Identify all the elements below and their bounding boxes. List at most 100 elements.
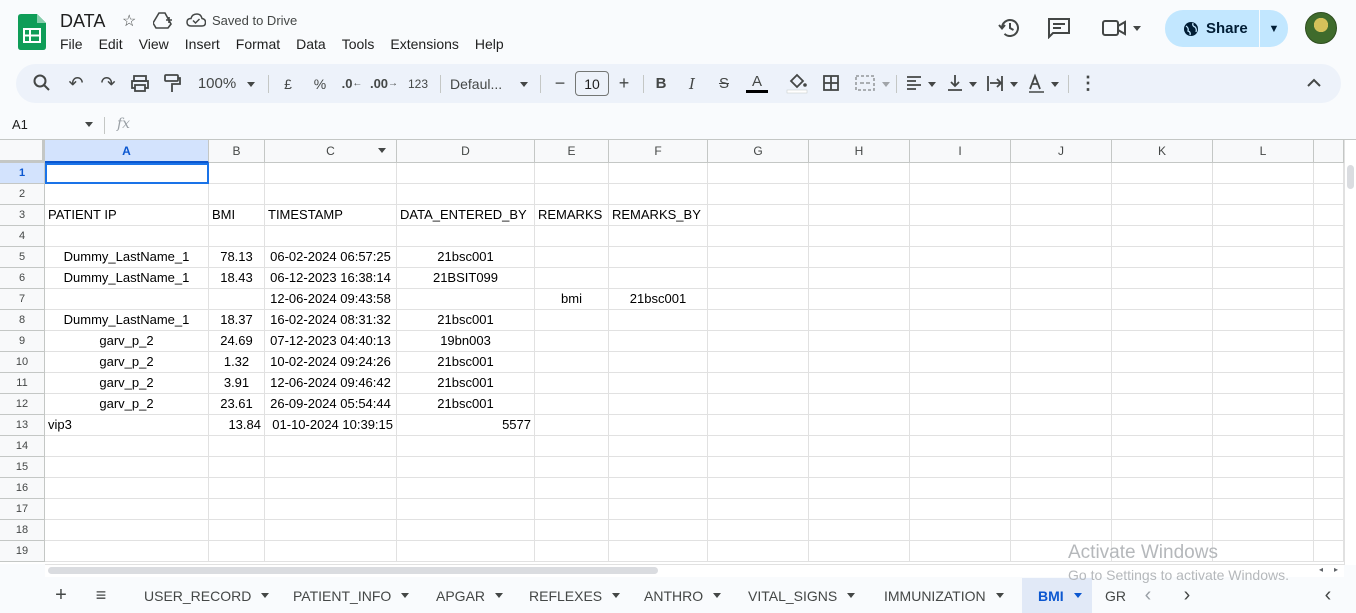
cell[interactable] (910, 541, 1011, 562)
cell[interactable] (265, 226, 397, 247)
cell[interactable]: 21bsc001 (397, 352, 535, 373)
cell[interactable] (397, 499, 535, 520)
cell[interactable] (397, 520, 535, 541)
column-header-stub[interactable] (1314, 140, 1344, 163)
column-header-k[interactable]: K (1112, 140, 1213, 163)
name-box-dropdown-icon[interactable] (85, 122, 93, 127)
cell[interactable] (910, 205, 1011, 226)
column-header-b[interactable]: B (209, 140, 265, 163)
scroll-left-icon[interactable]: ◂ (1319, 565, 1323, 574)
cell[interactable] (1112, 205, 1213, 226)
cell[interactable]: PATIENT IP (45, 205, 209, 226)
cell[interactable] (1011, 373, 1112, 394)
cell[interactable] (809, 541, 910, 562)
cell[interactable] (609, 457, 708, 478)
cell[interactable] (809, 268, 910, 289)
cell[interactable] (910, 415, 1011, 436)
cell[interactable] (209, 499, 265, 520)
cell[interactable]: 06-02-2024 06:57:25 (265, 247, 397, 268)
cell[interactable] (1011, 184, 1112, 205)
cell[interactable] (708, 478, 809, 499)
column-header-h[interactable]: H (809, 140, 910, 163)
cell[interactable] (1314, 163, 1344, 184)
cell[interactable] (265, 163, 397, 184)
vertical-align-icon[interactable] (946, 64, 964, 103)
cell[interactable] (1314, 394, 1344, 415)
menu-help[interactable]: Help (475, 35, 512, 53)
cell[interactable] (609, 226, 708, 247)
cell[interactable] (708, 457, 809, 478)
wrap-dropdown-icon[interactable] (1010, 82, 1018, 87)
search-menus-icon[interactable] (32, 64, 52, 103)
select-all-corner[interactable] (0, 140, 45, 163)
cell[interactable] (1314, 289, 1344, 310)
cell[interactable] (1213, 520, 1314, 541)
cell[interactable] (45, 457, 209, 478)
italic-button[interactable]: I (682, 64, 702, 103)
cell[interactable] (397, 184, 535, 205)
sheet-tab-apgar[interactable]: APGAR (420, 578, 513, 613)
cell[interactable] (910, 373, 1011, 394)
cell[interactable] (535, 373, 609, 394)
cell[interactable]: vip3 (45, 415, 209, 436)
cell[interactable] (708, 268, 809, 289)
column-header-a[interactable]: A (45, 140, 209, 163)
row-header[interactable]: 3 (0, 205, 45, 226)
cell[interactable] (1112, 268, 1213, 289)
cell[interactable] (809, 163, 910, 184)
cell[interactable] (535, 394, 609, 415)
strikethrough-icon[interactable]: S (714, 64, 734, 103)
row-header[interactable]: 11 (0, 373, 45, 394)
cell[interactable] (1213, 499, 1314, 520)
cell[interactable] (708, 226, 809, 247)
cell[interactable] (397, 289, 535, 310)
cell[interactable]: garv_p_2 (45, 331, 209, 352)
row-header[interactable]: 18 (0, 520, 45, 541)
cell[interactable] (609, 331, 708, 352)
cell[interactable] (1213, 394, 1314, 415)
meet-dropdown-icon[interactable] (1133, 26, 1141, 31)
cell[interactable] (1011, 163, 1112, 184)
sheet-tab-reflexes[interactable]: REFLEXES (513, 578, 628, 613)
cell[interactable]: 21bsc001 (397, 394, 535, 415)
cell[interactable] (1213, 310, 1314, 331)
text-wrapping-icon[interactable] (986, 64, 1004, 103)
cell[interactable]: 23.61 (209, 394, 265, 415)
cell[interactable] (708, 499, 809, 520)
cell[interactable] (708, 352, 809, 373)
cell[interactable]: 16-02-2024 08:31:32 (265, 310, 397, 331)
cell[interactable] (609, 373, 708, 394)
percent-format-button[interactable]: % (310, 64, 330, 103)
cell[interactable] (209, 226, 265, 247)
column-header-j[interactable]: J (1011, 140, 1112, 163)
version-history-icon[interactable] (998, 16, 1022, 40)
cell[interactable] (265, 436, 397, 457)
cell[interactable] (535, 247, 609, 268)
cell[interactable] (809, 310, 910, 331)
column-header-g[interactable]: G (708, 140, 809, 163)
cell[interactable] (397, 478, 535, 499)
column-header-l[interactable]: L (1213, 140, 1314, 163)
cell[interactable] (535, 457, 609, 478)
cell[interactable] (265, 457, 397, 478)
cell[interactable] (809, 457, 910, 478)
cell[interactable] (1112, 457, 1213, 478)
cell[interactable] (1011, 331, 1112, 352)
cell[interactable] (1314, 331, 1344, 352)
cell[interactable]: 26-09-2024 05:54:44 (265, 394, 397, 415)
cell[interactable] (1213, 268, 1314, 289)
cell[interactable] (1213, 478, 1314, 499)
add-sheet-icon[interactable]: + (48, 578, 74, 613)
cell[interactable] (609, 520, 708, 541)
cell[interactable] (609, 415, 708, 436)
sheet-tab-patient_info[interactable]: PATIENT_INFO (277, 578, 420, 613)
cell[interactable] (708, 394, 809, 415)
menu-extensions[interactable]: Extensions (390, 35, 466, 53)
cell[interactable] (809, 352, 910, 373)
meet-camera-icon[interactable] (1101, 18, 1127, 38)
cell[interactable] (209, 478, 265, 499)
cell[interactable] (1213, 457, 1314, 478)
cell[interactable] (1112, 226, 1213, 247)
undo-icon[interactable]: ↶ (66, 64, 86, 103)
cell[interactable] (910, 268, 1011, 289)
